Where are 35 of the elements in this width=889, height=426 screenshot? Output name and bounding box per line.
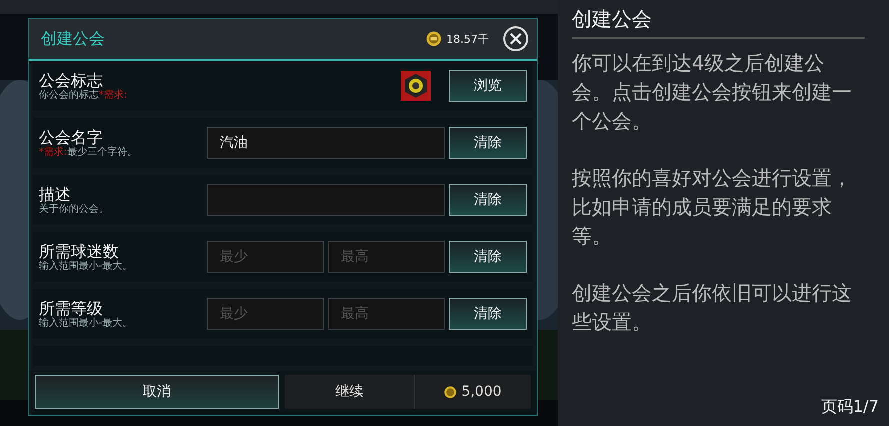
emblem-icon	[401, 71, 431, 101]
help-paragraph: 你可以在到达4级之后创建公会。点击创建公会按钮来创建一个公会。	[572, 50, 853, 135]
clear-button[interactable]: 清除	[449, 241, 527, 273]
clear-button[interactable]: 清除	[449, 127, 527, 159]
field-label: 公会标志	[39, 70, 104, 90]
field-hint: 输入范围最小-最大。	[39, 260, 134, 272]
input-field[interactable]: 最高	[328, 298, 445, 330]
page-indicator: 页码1/7	[821, 397, 879, 418]
help-paragraph: 创建公会之后你依旧可以进行这些设置。	[572, 280, 853, 336]
input-field[interactable]: 最少	[207, 241, 324, 273]
input-field[interactable]: 最高	[328, 241, 445, 273]
input-field[interactable]: 汽油	[207, 127, 445, 159]
field-hint: 输入范围最小-最大。	[39, 318, 134, 330]
help-title: 创建公会	[572, 6, 865, 39]
field-hint: *需求:最少三个字符。	[39, 146, 138, 158]
close-button[interactable]	[503, 26, 529, 52]
input-field[interactable]: 最少	[207, 298, 324, 330]
continue-button[interactable]: 继续	[285, 375, 414, 409]
browse-button[interactable]: 浏览	[449, 70, 527, 102]
help-paragraph: 按照你的喜好对公会进行设置，比如申请的成员要满足的要求等。	[572, 165, 853, 250]
coin-icon	[444, 386, 457, 398]
field-label: 所需等级	[39, 298, 104, 318]
clear-button[interactable]: 清除	[449, 184, 527, 216]
field-label: 描述	[39, 184, 72, 204]
cost-amount: 5,000	[462, 384, 502, 400]
field-hint: 你公会的标志*需求:	[39, 90, 128, 102]
field-label: 公会名字	[39, 128, 104, 146]
clear-button[interactable]: 清除	[449, 298, 527, 330]
field-hint: 关于你的公会。	[39, 204, 110, 216]
cancel-button[interactable]: 取消	[35, 375, 279, 409]
currency-amount: 18.57千	[446, 32, 489, 46]
coin-icon	[426, 31, 442, 47]
input-field[interactable]	[207, 184, 445, 216]
field-label: 所需球迷数	[39, 242, 120, 260]
dialog-title: 创建公会	[41, 28, 106, 50]
